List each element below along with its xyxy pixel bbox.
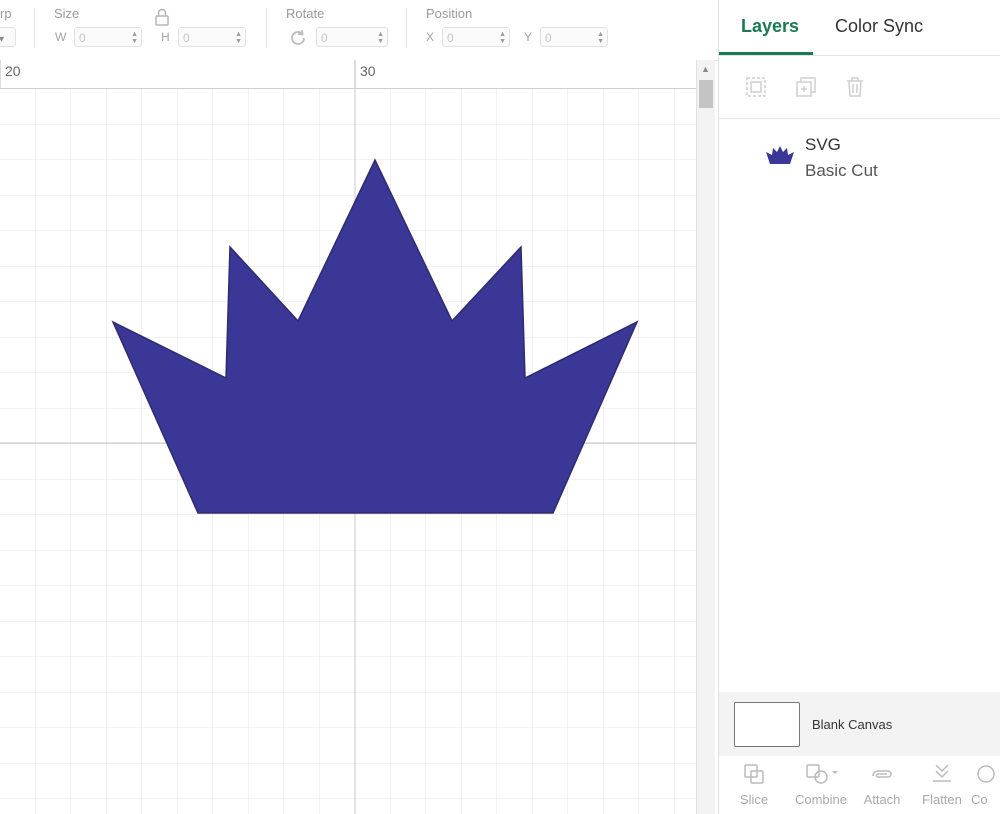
contour-icon — [971, 762, 1000, 786]
warp-select[interactable]: ▾ — [0, 27, 16, 47]
combine-label: Combine — [794, 792, 848, 807]
ruler-tick-label: 20 — [5, 63, 21, 79]
layers-panel: Layers Color Sync SVG Basic Cut Blank Ca… — [718, 0, 1000, 814]
size-label: Size — [54, 6, 80, 21]
contour-button[interactable]: Co — [971, 762, 1000, 814]
width-input[interactable]: 0 ▲ ▼ — [74, 27, 142, 47]
rotate-stepper-icon[interactable]: ▲ ▼ — [377, 31, 384, 45]
flatten-icon — [912, 762, 972, 786]
tabs-divider — [719, 55, 1000, 56]
rotate-value: 0 — [321, 31, 328, 45]
width-value: 0 — [79, 31, 86, 45]
width-letter: W — [55, 30, 67, 44]
layer-item[interactable]: SVG Basic Cut — [719, 128, 1000, 188]
attach-icon — [852, 762, 912, 786]
y-position-input[interactable]: 0 ▲ ▼ — [540, 27, 608, 47]
canvas-grid — [0, 89, 696, 814]
contour-label: Co — [971, 792, 988, 807]
top-toolbar: rp ▾ Size W 0 ▲ ▼ H 0 ▲ ▼ Rotate 0 ▲ ▼ Posi… — [0, 0, 718, 61]
group-icon[interactable] — [744, 75, 768, 99]
combine-icon — [785, 762, 857, 786]
height-stepper-icon[interactable]: ▲ ▼ — [235, 31, 242, 45]
canvas-label: Blank Canvas — [812, 717, 893, 732]
y-value: 0 — [545, 31, 552, 45]
height-letter: H — [161, 30, 170, 44]
blank-canvas-row[interactable]: Blank Canvas — [719, 692, 1000, 756]
toolbar-divider — [34, 8, 35, 48]
height-input[interactable]: 0 ▲ ▼ — [178, 27, 246, 47]
slice-icon — [724, 762, 784, 786]
layer-operation: Basic Cut — [805, 161, 878, 180]
rotate-label: Rotate — [286, 6, 325, 21]
height-value: 0 — [183, 31, 190, 45]
toolbar-divider — [406, 8, 407, 48]
attach-label: Attach — [863, 792, 901, 807]
tab-color-sync[interactable]: Color Sync — [835, 16, 923, 37]
delete-icon[interactable] — [843, 75, 867, 99]
tab-layers[interactable]: Layers — [741, 16, 799, 37]
x-position-input[interactable]: 0 ▲ ▼ — [442, 27, 510, 47]
flatten-button[interactable]: Flatten — [912, 762, 972, 814]
position-label: Position — [426, 6, 473, 21]
width-stepper-icon[interactable]: ▲ ▼ — [131, 31, 138, 45]
vertical-scrollbar[interactable]: ▲ — [696, 60, 715, 814]
combine-button[interactable]: Combine — [785, 762, 857, 814]
rotate-icon[interactable] — [287, 27, 309, 54]
layer-tools-bar: Slice Combine Attach Flatten Co — [719, 756, 1000, 814]
slice-label: Slice — [739, 792, 769, 807]
x-value: 0 — [447, 31, 454, 45]
scrollbar-thumb[interactable] — [699, 80, 713, 108]
lock-icon[interactable] — [154, 8, 170, 31]
attach-button[interactable]: Attach — [852, 762, 912, 814]
slice-button[interactable]: Slice — [724, 762, 784, 814]
flatten-label: Flatten — [922, 792, 962, 807]
scroll-up-icon[interactable]: ▲ — [701, 64, 710, 74]
layer-name: SVG — [805, 135, 841, 154]
ruler-ticks — [0, 60, 356, 88]
canvas-swatch[interactable] — [734, 702, 800, 747]
y-stepper-icon[interactable]: ▲ ▼ — [597, 31, 604, 45]
horizontal-ruler: 20 30 — [0, 60, 700, 89]
y-letter: Y — [524, 30, 533, 44]
actions-divider — [719, 118, 1000, 119]
rotate-input[interactable]: 0 ▲ ▼ — [316, 27, 388, 47]
toolbar-divider — [266, 8, 267, 48]
x-stepper-icon[interactable]: ▲ ▼ — [499, 31, 506, 45]
design-canvas[interactable] — [0, 89, 696, 814]
ruler-tick-label: 30 — [360, 63, 376, 79]
x-letter: X — [426, 30, 435, 44]
warp-label: rp — [0, 6, 12, 21]
duplicate-icon[interactable] — [794, 75, 818, 99]
crown-icon — [765, 146, 795, 171]
